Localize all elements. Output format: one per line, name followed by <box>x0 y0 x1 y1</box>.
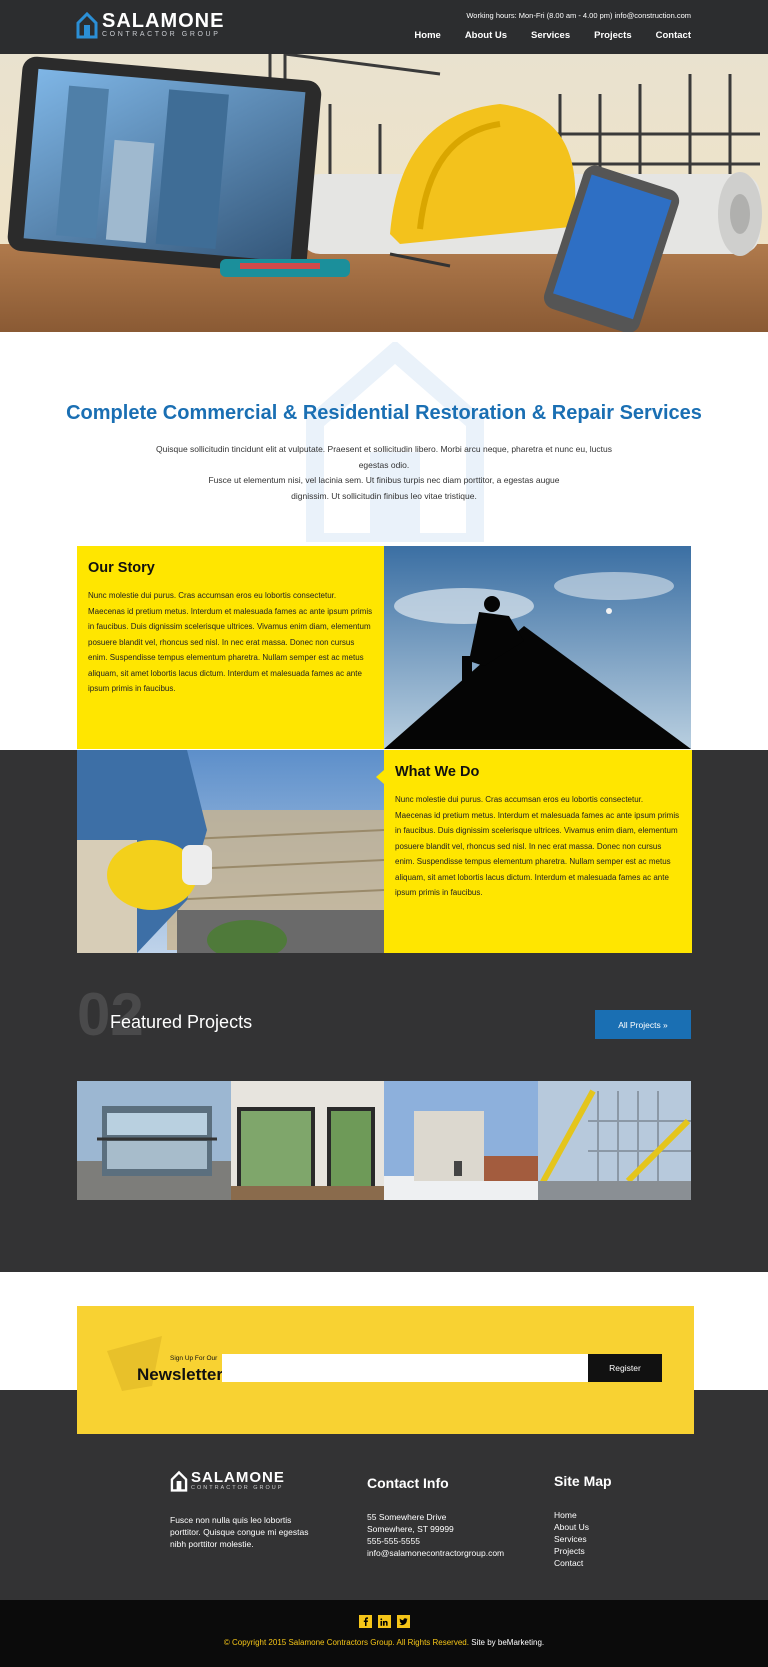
sitemap-projects[interactable]: Projects <box>554 1545 612 1557</box>
logo[interactable]: SALAMONE CONTRACTOR GROUP <box>76 11 224 39</box>
intro-line: Quisque sollicitudin tincidunt elit at v… <box>156 444 612 470</box>
newsletter-heading: Newsletter <box>137 1365 223 1384</box>
footer-bottom-bar: © Copyright 2015 Salamone Contractors Gr… <box>0 1600 768 1667</box>
register-button[interactable]: Register <box>588 1354 662 1382</box>
footer-brand-subtitle: CONTRACTOR GROUP <box>191 1485 284 1491</box>
project-thumb[interactable] <box>230 1081 384 1200</box>
newsletter-section: Sign Up For Our Newsletter Register <box>77 1306 694 1434</box>
what-we-do-block: What We Do Nunc molestie dui purus. Cras… <box>376 750 692 953</box>
hero-image <box>0 54 768 332</box>
house-logo-icon <box>76 11 98 39</box>
project-thumb[interactable] <box>384 1081 538 1200</box>
site-header: SALAMONE CONTRACTOR GROUP Working hours:… <box>0 0 768 54</box>
facebook-icon[interactable] <box>358 1615 372 1628</box>
social-links <box>0 1615 768 1628</box>
newsletter-kicker: Sign Up For Our <box>170 1355 218 1362</box>
footer-about-text: Fusce non nulla quis leo lobortis portti… <box>170 1515 309 1549</box>
footer-sitemap: Site Map Home About Us Services Projects… <box>554 1473 612 1569</box>
what-we-do-title: What We Do <box>395 764 480 780</box>
footer-logo[interactable]: SALAMONE CONTRACTOR GROUP <box>170 1470 320 1492</box>
roofer-image <box>384 546 691 749</box>
nav-about[interactable]: About Us <box>465 30 507 41</box>
our-story-block: Our Story Nunc molestie dui purus. Cras … <box>77 546 393 749</box>
nav-home[interactable]: Home <box>414 30 440 41</box>
twitter-icon[interactable] <box>396 1615 410 1628</box>
intro-text: Quisque sollicitudin tincidunt elit at v… <box>150 442 618 504</box>
project-thumb[interactable] <box>77 1081 231 1200</box>
copyright: © Copyright 2015 Salamone Contractors Gr… <box>0 1638 768 1647</box>
nav-projects[interactable]: Projects <box>594 30 632 41</box>
contact-title: Contact Info <box>367 1475 449 1491</box>
linkedin-icon[interactable] <box>377 1615 391 1628</box>
contact-city: Somewhere, ST 99999 <box>367 1524 454 1534</box>
intro-line: dignissim. Ut sollicitudin finibus leo v… <box>291 490 477 501</box>
newsletter-email-input[interactable] <box>222 1354 588 1382</box>
brand-subtitle: CONTRACTOR GROUP <box>102 30 221 38</box>
nav-contact[interactable]: Contact <box>656 30 691 41</box>
our-story-text: Nunc molestie dui purus. Cras accumsan e… <box>88 591 373 693</box>
intro-title: Complete Commercial & Residential Restor… <box>66 402 702 424</box>
contact-address: 55 Somewhere Drive <box>367 1512 447 1522</box>
sitemap-title: Site Map <box>554 1473 612 1489</box>
sitemap-contact[interactable]: Contact <box>554 1557 612 1569</box>
project-thumb[interactable] <box>537 1081 691 1200</box>
contact-email[interactable]: info@salamonecontractorgroup.com <box>367 1547 504 1559</box>
contact-phone[interactable]: 555-555-5555 <box>367 1535 504 1547</box>
featured-title: Featured Projects <box>110 1012 253 1032</box>
site-footer: SALAMONE CONTRACTOR GROUP Fusce non null… <box>0 1434 768 1600</box>
what-we-do-text: Nunc molestie dui purus. Cras accumsan e… <box>395 795 680 897</box>
all-projects-button[interactable]: All Projects » <box>595 1010 691 1039</box>
footer-about: SALAMONE CONTRACTOR GROUP Fusce non null… <box>170 1470 320 1550</box>
footer-contact: Contact Info 55 Somewhere Drive Somewher… <box>367 1475 504 1559</box>
footer-brand-name: SALAMONE <box>191 1469 285 1486</box>
working-hours: Working hours: Mon-Fri (8.00 am - 4.00 p… <box>466 11 691 20</box>
our-story-title: Our Story <box>88 560 155 576</box>
intro-line: Fusce ut elementum nisi, vel lacinia sem… <box>208 475 560 485</box>
sitemap-about[interactable]: About Us <box>554 1521 612 1533</box>
project-gallery <box>77 1081 691 1200</box>
sitemap-services[interactable]: Services <box>554 1533 612 1545</box>
main-nav: Home About Us Services Projects Contact <box>414 30 691 41</box>
house-logo-icon <box>170 1470 188 1492</box>
brand-name: SALAMONE <box>102 9 225 32</box>
copyright-text: © Copyright 2015 Salamone Contractors Gr… <box>223 1638 469 1647</box>
nav-services[interactable]: Services <box>531 30 570 41</box>
site-credit[interactable]: Site by beMarketing. <box>471 1638 544 1647</box>
sitemap-home[interactable]: Home <box>554 1509 612 1521</box>
intro-section: Complete Commercial & Residential Restor… <box>0 332 768 546</box>
worker-helmet-image <box>77 750 384 953</box>
